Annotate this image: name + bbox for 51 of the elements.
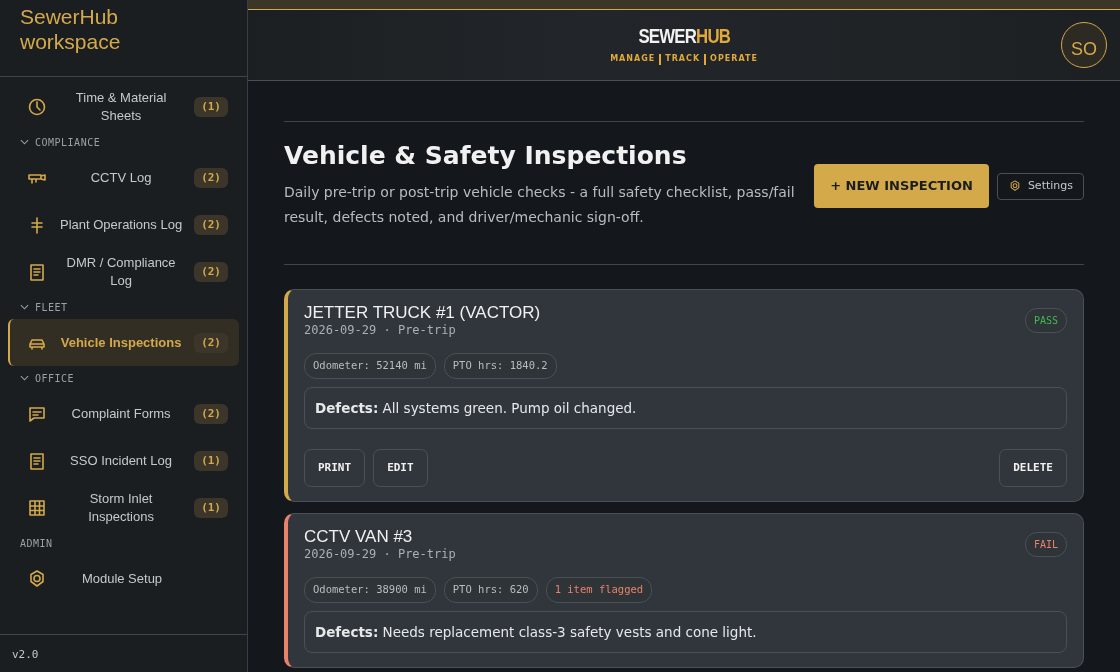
- sidebar-brand: SewerHub workspace: [0, 0, 247, 77]
- card-title: CCTV VAN #3: [304, 527, 414, 547]
- defects-note: Defects: All systems green. Pump oil changed.: [304, 386, 1067, 429]
- avatar[interactable]: SO: [1061, 22, 1107, 68]
- card-meta: 2026-09-29 · Pre-trip: [304, 547, 456, 561]
- section-heading[interactable]: COMPLIANCE: [8, 130, 239, 154]
- status-badge: FAIL: [1024, 532, 1067, 557]
- page-title: Vehicle & Safety Inspections: [284, 140, 688, 172]
- count-badge: (2): [194, 214, 228, 235]
- tagline-word: TRACK: [665, 53, 701, 65]
- info-tag: Odometer: 52140 mi: [304, 353, 436, 379]
- settings-button[interactable]: Settings: [996, 172, 1084, 200]
- page-description: Daily pre-trip or post-trip vehicle checks - a full safety checklist, pass/fail result, defects noted, and driver/mechanic sign-off.: [284, 183, 796, 227]
- new-inspection-button[interactable]: + NEW INSPECTION: [814, 164, 989, 208]
- count-badge: (2): [194, 403, 228, 424]
- info-tag: PTO hrs: 1840.2: [443, 353, 557, 379]
- chevron-icon[interactable]: [20, 375, 29, 381]
- sidebar-item[interactable]: Complaint Forms (2): [8, 390, 239, 437]
- card-meta: 2026-09-29 · Pre-trip: [304, 323, 457, 337]
- chevron-icon[interactable]: [20, 139, 29, 145]
- tagline-word: OPERATE: [710, 53, 758, 65]
- count-badge: (1): [194, 96, 228, 117]
- status-badge: PASS: [1024, 308, 1067, 333]
- sidebar-item[interactable]: Vehicle Inspections (2): [8, 319, 239, 366]
- sidebar-item[interactable]: DMR / Compliance Log (2): [8, 248, 239, 295]
- delete-button[interactable]: DELETE: [999, 449, 1067, 487]
- count-badge: (2): [194, 332, 228, 353]
- count-badge: (1): [194, 450, 228, 471]
- logo: SEWERHUB: [638, 25, 730, 47]
- section-heading: ADMIN: [19, 536, 54, 551]
- chevron-icon[interactable]: [20, 304, 29, 310]
- tagline-word: MANAGE: [610, 53, 656, 65]
- info-tag: Odometer: 38900 mi: [304, 577, 436, 603]
- count-badge: (1): [194, 497, 228, 518]
- flag-tag: 1 item flagged: [545, 577, 653, 603]
- section-heading[interactable]: OFFICE: [8, 366, 239, 390]
- sidebar-item[interactable]: Plant Operations Log (2): [8, 201, 239, 248]
- sidebar-item[interactable]: Time & Material Sheets (1): [8, 83, 239, 130]
- count-badge: (2): [194, 261, 228, 282]
- defects-note: Defects: Needs replacement class-3 safety vests and cone light.: [304, 610, 1067, 653]
- sidebar-item[interactable]: Storm Inlet Inspections (1): [8, 484, 239, 531]
- sidebar-item[interactable]: CCTV Log (2): [8, 154, 239, 201]
- card-title: JETTER TRUCK #1 (VACTOR): [304, 303, 541, 323]
- info-tag: PTO hrs: 620: [443, 577, 538, 603]
- section-heading[interactable]: FLEET: [8, 295, 239, 319]
- sidebar-item[interactable]: Module Setup: [8, 555, 239, 602]
- action-button[interactable]: PRINT: [304, 449, 366, 487]
- version-label: v2.0: [0, 634, 247, 672]
- count-badge: (2): [194, 167, 228, 188]
- sidebar-item[interactable]: SSO Incident Log (1): [8, 437, 239, 484]
- action-button[interactable]: EDIT: [373, 449, 428, 487]
